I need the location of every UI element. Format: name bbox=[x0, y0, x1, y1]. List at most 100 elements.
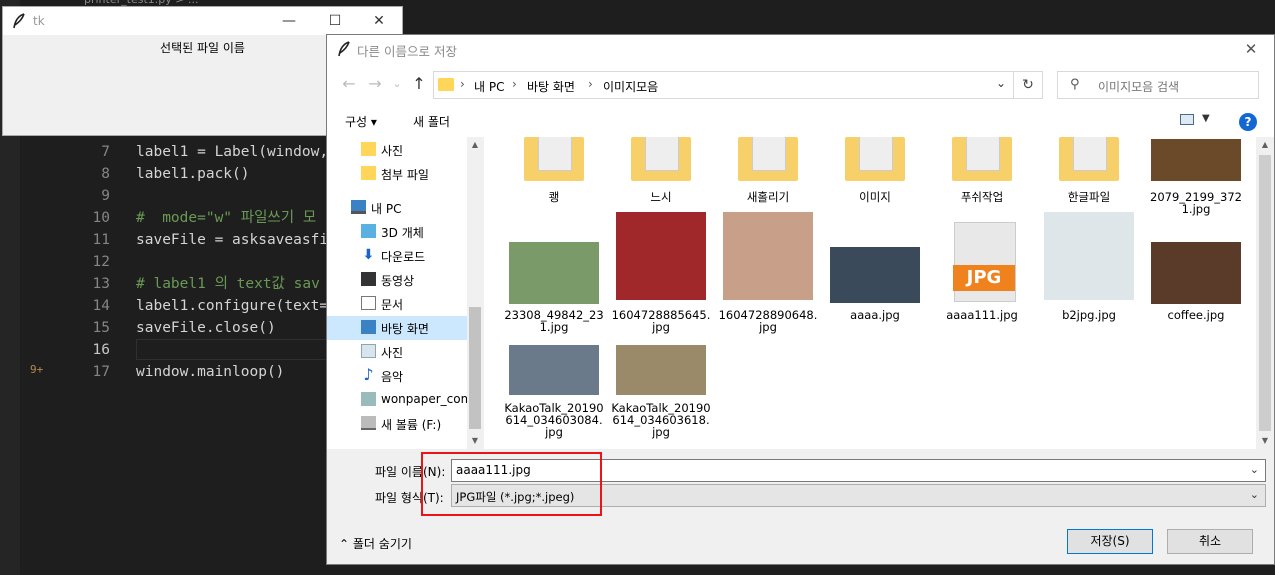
new-folder-button[interactable]: 새 폴더 bbox=[413, 113, 450, 130]
image-thumbnail bbox=[723, 212, 813, 300]
save-options-panel: 파일 이름(N): aaaa111.jpg ⌄ 파일 형식(T): JPG파일 … bbox=[327, 449, 1274, 564]
back-button[interactable]: ← bbox=[337, 73, 361, 95]
scroll-thumb[interactable] bbox=[469, 307, 481, 429]
breadcrumb-desktop[interactable]: 바탕 화면 bbox=[527, 78, 575, 95]
up-button[interactable]: ↑ bbox=[407, 73, 431, 95]
code-text: label1.configure(text= bbox=[136, 298, 329, 314]
line-number: 12 bbox=[92, 254, 110, 270]
line-number: 11 bbox=[92, 232, 110, 248]
file-list: 쾡 느시 새홀리기 이미지 푸쉬작업 한글파일 2079_2199_3721.jpg 233… bbox=[484, 137, 1274, 449]
line-number: 14 bbox=[92, 298, 110, 314]
chevron-up-icon: ⌃ bbox=[339, 537, 350, 551]
recent-locations-button[interactable]: ⌄ bbox=[385, 73, 409, 95]
nav-item[interactable]: 사진 bbox=[327, 340, 467, 364]
close-button[interactable]: ✕ bbox=[356, 7, 402, 35]
file-name: coffee.jpg bbox=[1167, 308, 1225, 322]
scroll-thumb[interactable] bbox=[1259, 155, 1271, 431]
dialog-title: 다른 이름으로 저장 bbox=[357, 44, 457, 59]
help-button[interactable]: ? bbox=[1239, 113, 1257, 131]
nav-scrollbar[interactable]: ▲ ▼ bbox=[467, 137, 483, 449]
jpg-file-icon: JPG bbox=[953, 265, 1015, 291]
file-tile[interactable]: KakaoTalk_20190614_034603084.jpg bbox=[504, 137, 604, 438]
line-number: 15 bbox=[92, 320, 110, 336]
chevron-right-icon: › bbox=[460, 77, 465, 91]
minimize-button[interactable]: — bbox=[266, 7, 312, 35]
save-as-dialog: 다른 이름으로 저장 ✕ ← → ⌄ ↑ › 내 PC › 바탕 화면 › 이미… bbox=[326, 34, 1275, 565]
code-text: saveFile = asksaveasfi bbox=[136, 232, 329, 248]
image-thumbnail bbox=[1044, 212, 1134, 300]
line-number: 16 bbox=[92, 342, 110, 358]
chevron-down-icon[interactable]: ▼ bbox=[1202, 113, 1210, 124]
nav-item[interactable]: 3D 개체 bbox=[327, 220, 467, 244]
nav-item[interactable]: ♪ 음악 bbox=[327, 364, 467, 388]
file-name: 1604728890648.jpg bbox=[718, 308, 818, 334]
nav-item[interactable]: ⬇ 다운로드 bbox=[327, 244, 467, 268]
file-name: KakaoTalk_20190614_034603618.jpg bbox=[611, 401, 711, 439]
maximize-button[interactable]: ☐ bbox=[312, 7, 358, 35]
nav-item[interactable]: 사진 bbox=[327, 138, 467, 162]
chevron-down-icon[interactable]: ⌄ bbox=[1250, 463, 1259, 476]
scroll-down-arrow[interactable]: ▼ bbox=[1257, 433, 1273, 449]
video-icon bbox=[361, 272, 376, 286]
file-scrollbar[interactable]: ▲ ▼ bbox=[1256, 137, 1274, 449]
refresh-button[interactable]: ↻ bbox=[1013, 71, 1043, 99]
nav-item[interactable]: 새 볼륨 (F:) bbox=[327, 412, 467, 436]
chevron-right-icon: › bbox=[512, 77, 517, 91]
file-tile[interactable]: aaaa.jpg bbox=[825, 137, 925, 321]
image-thumbnail bbox=[616, 345, 706, 395]
file-name: 1604728885645.jpg bbox=[611, 308, 711, 334]
file-tile[interactable]: coffee.jpg bbox=[1146, 137, 1246, 321]
scroll-down-arrow[interactable]: ▼ bbox=[467, 433, 483, 449]
nav-item-label: 3D 개체 bbox=[381, 226, 424, 240]
search-input[interactable]: ⚲ 이미지모음 검색 bbox=[1057, 71, 1259, 99]
address-bar[interactable]: › 내 PC › 바탕 화면 › 이미지모음 ⌄ bbox=[433, 71, 1043, 99]
line-number: 10 bbox=[92, 210, 110, 226]
nav-item[interactable]: 첨부 파일 bbox=[327, 162, 467, 186]
scroll-up-arrow[interactable]: ▲ bbox=[467, 137, 483, 153]
nav-item-label: 문서 bbox=[381, 298, 404, 312]
nav-item-label: 첨부 파일 bbox=[381, 168, 429, 182]
file-tile[interactable]: b2jpg.jpg bbox=[1039, 137, 1139, 321]
chevron-down-icon[interactable]: ⌄ bbox=[996, 76, 1006, 90]
forward-button[interactable]: → bbox=[363, 73, 387, 95]
file-tile[interactable]: JPG aaaa111.jpg bbox=[932, 137, 1032, 321]
code-text: # mode="w" 파일쓰기 모 bbox=[136, 210, 317, 226]
nav-item[interactable]: 문서 bbox=[327, 292, 467, 316]
nav-item-label: 바탕 화면 bbox=[381, 322, 429, 336]
hide-folders-toggle[interactable]: ⌃ 폴더 숨기기 bbox=[339, 535, 412, 552]
image-thumbnail bbox=[509, 345, 599, 395]
file-name: aaaa111.jpg bbox=[946, 308, 1018, 322]
dialog-titlebar[interactable]: 다른 이름으로 저장 ✕ bbox=[327, 35, 1274, 63]
search-icon: ⚲ bbox=[1070, 77, 1080, 92]
music-icon: ♪ bbox=[363, 365, 374, 384]
file-name: b2jpg.jpg bbox=[1062, 308, 1116, 322]
code-text: label1.pack() bbox=[136, 166, 250, 182]
view-icon[interactable] bbox=[1180, 114, 1194, 125]
nav-item-label: 내 PC bbox=[371, 202, 402, 216]
chevron-right-icon: › bbox=[588, 77, 593, 91]
nav-item[interactable]: wonpaper_com bbox=[327, 388, 472, 412]
folder-icon bbox=[361, 166, 376, 180]
nav-item-label: 사진 bbox=[381, 346, 404, 360]
dialog-close-button[interactable]: ✕ bbox=[1228, 35, 1274, 63]
file-tile[interactable]: 1604728890648.jpg bbox=[718, 137, 818, 333]
scroll-up-arrow[interactable]: ▲ bbox=[1257, 137, 1273, 153]
image-thumbnail bbox=[830, 247, 920, 303]
nav-item[interactable]: 내 PC bbox=[327, 196, 467, 220]
organize-button[interactable]: 구성 ▾ bbox=[345, 113, 377, 130]
image-thumbnail: JPG bbox=[953, 222, 1016, 302]
nav-item[interactable]: 동영상 bbox=[327, 268, 467, 292]
tk-titlebar[interactable]: tk — ☐ ✕ bbox=[3, 7, 402, 35]
command-bar: 구성 ▾ 새 폴더 ▼ ? bbox=[327, 105, 1274, 137]
image-thumbnail bbox=[1151, 242, 1241, 304]
cancel-button[interactable]: 취소 bbox=[1167, 529, 1253, 554]
search-placeholder: 이미지모음 검색 bbox=[1098, 80, 1180, 94]
save-button[interactable]: 저장(S) bbox=[1067, 529, 1153, 554]
breadcrumb-my-pc[interactable]: 내 PC bbox=[474, 78, 504, 95]
download-icon: ⬇ bbox=[362, 247, 375, 263]
nav-item[interactable]: 바탕 화면 bbox=[327, 316, 467, 340]
file-tile[interactable]: KakaoTalk_20190614_034603618.jpg bbox=[611, 137, 711, 438]
network-icon bbox=[361, 392, 376, 406]
breadcrumb-image-folder[interactable]: 이미지모음 bbox=[603, 78, 658, 95]
chevron-down-icon[interactable]: ⌄ bbox=[1250, 488, 1259, 501]
